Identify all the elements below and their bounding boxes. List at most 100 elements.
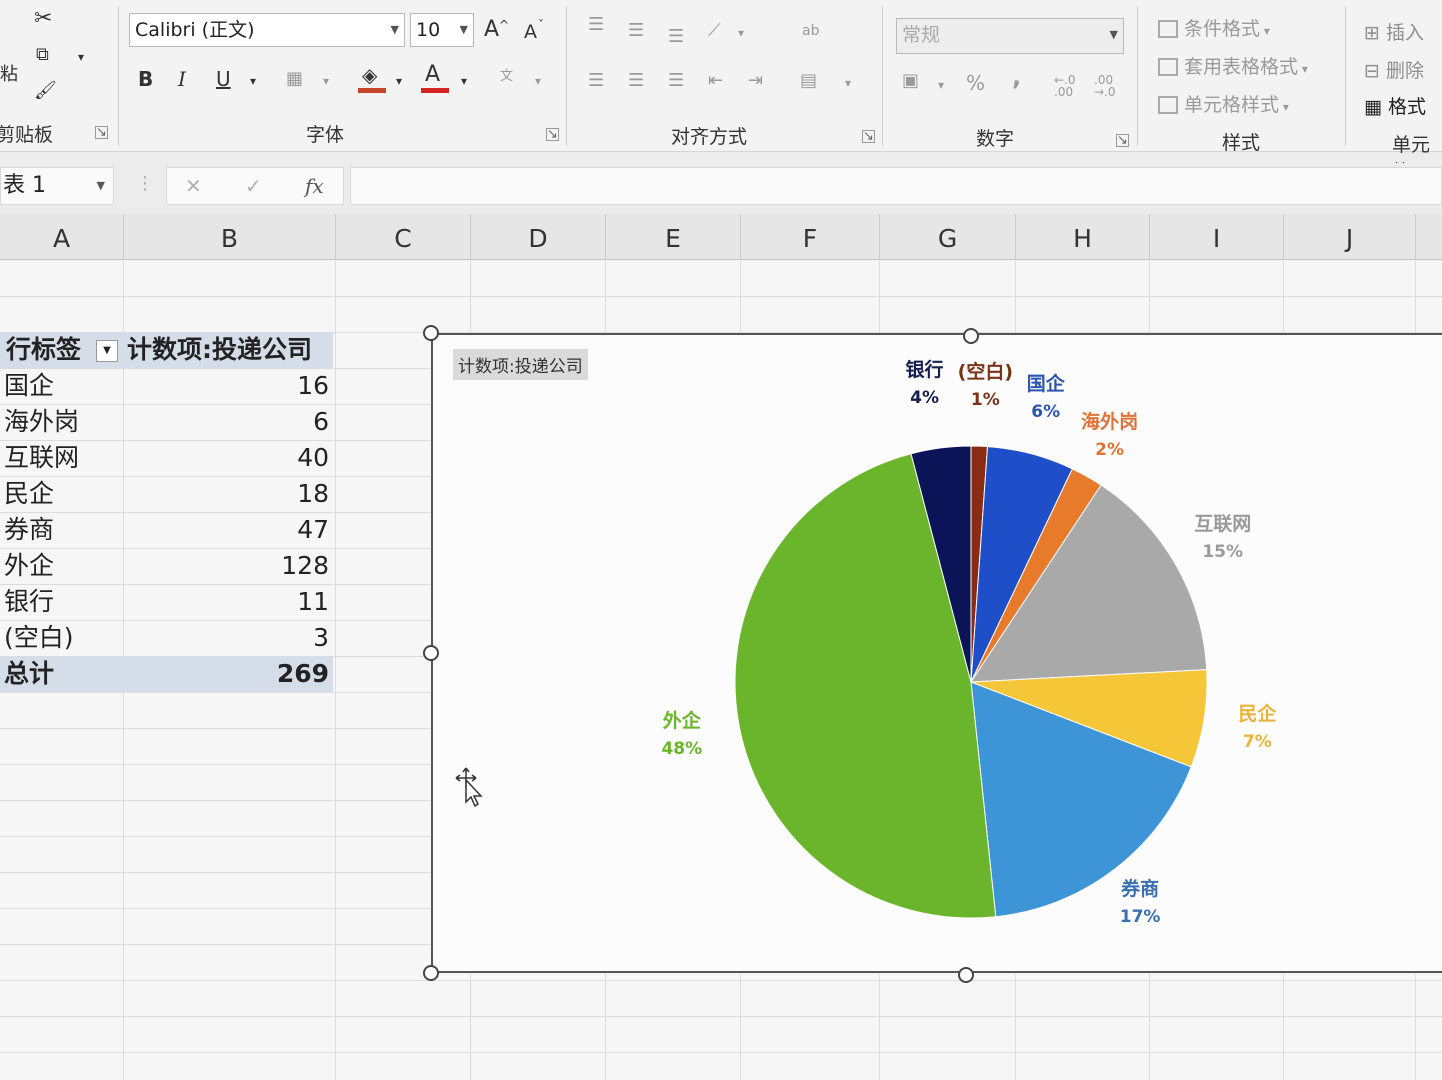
increase-decimal-icon[interactable]: ←.0.00 — [1054, 74, 1076, 98]
delete-label: 删除 — [1385, 60, 1424, 82]
pivot-row[interactable]: 银行 11 — [0, 584, 333, 620]
name-box-value: 表 1 — [3, 173, 46, 198]
fill-color-icon[interactable]: ◈ — [362, 64, 377, 86]
pivot-row[interactable]: 民企 18 — [0, 476, 333, 512]
merge-dropdown-icon[interactable]: ▾ — [845, 72, 851, 94]
pivot-row[interactable]: 互联网 40 — [0, 440, 333, 476]
phonetic-dropdown-icon[interactable]: ▾ — [535, 70, 541, 92]
pie-category-label: 国企 — [1026, 372, 1065, 395]
column-header-f[interactable]: F — [741, 214, 880, 260]
grow-font-button[interactable]: A — [484, 19, 499, 41]
align-bottom-icon[interactable]: ☰ — [668, 26, 684, 48]
pivot-row-label: (空白) — [4, 623, 74, 652]
number-format-select[interactable]: 常规 ▼ — [896, 18, 1124, 54]
column-header-h[interactable]: H — [1016, 214, 1150, 260]
copy-icon[interactable]: ⧉ — [36, 44, 49, 66]
currency-dropdown-icon[interactable]: ▾ — [938, 74, 944, 96]
phonetic-icon[interactable]: 文 — [500, 66, 513, 88]
font-color-icon[interactable]: A — [425, 64, 440, 86]
pivot-row-value: 3 — [313, 623, 329, 652]
column-header-j[interactable]: J — [1284, 214, 1416, 260]
formula-input[interactable] — [350, 167, 1442, 205]
enter-icon[interactable]: ✓ — [245, 174, 262, 198]
percent-button[interactable]: % — [966, 72, 985, 94]
resize-handle[interactable] — [423, 645, 439, 661]
column-header-c[interactable]: C — [336, 214, 471, 260]
pivot-row-value: 6 — [313, 407, 329, 436]
pie-percent-label: 2% — [1095, 440, 1125, 461]
cell-styles-icon — [1158, 96, 1178, 114]
delete-button[interactable]: ⊟ 删除 — [1364, 56, 1424, 83]
font-size-select[interactable]: 10 ▼ — [410, 13, 474, 47]
column-header-a[interactable]: A — [0, 214, 124, 260]
paste-label[interactable]: 粘 — [0, 64, 18, 86]
italic-button[interactable]: I — [178, 68, 186, 90]
pivot-total-row[interactable]: 总计 269 — [0, 656, 333, 692]
increase-indent-icon[interactable]: ⇥ — [748, 70, 763, 92]
copy-dropdown-icon[interactable]: ▾ — [78, 46, 84, 68]
pie-data-label: 银行 4% — [880, 356, 970, 412]
pie-chart[interactable]: 计数项:投递公司 (空白) 1% 国企 6% 海外岗 2% 互联网 15% 民企 7% 券商 17% 外… — [431, 333, 1442, 973]
column-header-b[interactable]: B — [124, 214, 336, 260]
resize-handle[interactable] — [963, 328, 979, 344]
ribbon: ✂ ⧉ ▾ 🖌 粘 剪贴板 ↘ Calibri (正文) ▼ 10 ▼ A ^ … — [0, 0, 1442, 183]
column-header-g[interactable]: G — [880, 214, 1016, 260]
pivot-row[interactable]: 外企 128 — [0, 548, 333, 584]
underline-dropdown-icon[interactable]: ▾ — [250, 70, 256, 92]
insert-icon: ⊞ — [1364, 22, 1386, 44]
currency-icon[interactable]: ▣ — [902, 70, 919, 92]
cell-styles-button[interactable]: 单元格样式 ▾ — [1158, 90, 1289, 117]
pie-category-label: 银行 — [905, 359, 944, 382]
decrease-decimal-icon[interactable]: .00 →.0 — [1094, 74, 1116, 98]
format-button[interactable]: ▦ 格式 — [1364, 92, 1426, 119]
align-middle-icon[interactable]: ☰ — [628, 20, 644, 42]
conditional-formatting-button[interactable]: 条件格式 ▾ — [1158, 14, 1270, 41]
align-right-icon[interactable]: ☰ — [668, 70, 684, 92]
column-header-e[interactable]: E — [606, 214, 741, 260]
align-center-icon[interactable]: ☰ — [628, 70, 644, 92]
insert-button[interactable]: ⊞ 插入 — [1364, 18, 1424, 45]
pivot-row[interactable]: 海外岗 6 — [0, 404, 333, 440]
filter-dropdown-icon[interactable]: ▼ — [96, 340, 118, 362]
alignment-launcher-icon[interactable]: ↘ — [862, 130, 875, 143]
number-launcher-icon[interactable]: ↘ — [1116, 134, 1129, 147]
formula-buttons: ✕ ✓ fx — [166, 167, 344, 205]
pivot-row[interactable]: 券商 47 — [0, 512, 333, 548]
merge-center-icon[interactable]: ▤ — [800, 70, 817, 92]
bold-button[interactable]: B — [138, 68, 153, 90]
resize-handle[interactable] — [423, 965, 439, 981]
insert-function-icon[interactable]: fx — [305, 174, 324, 198]
orientation-icon[interactable]: ⟋ — [708, 20, 721, 42]
borders-icon[interactable]: ▦ — [286, 68, 303, 90]
resize-handle[interactable] — [958, 967, 974, 983]
comma-button[interactable]: , — [1012, 65, 1021, 89]
resize-handle[interactable] — [423, 325, 439, 341]
cut-icon[interactable]: ✂ — [34, 8, 52, 30]
format-painter-icon[interactable]: 🖌 — [34, 80, 57, 102]
pivot-row[interactable]: 国企 16 — [0, 368, 333, 404]
column-header-i[interactable]: I — [1150, 214, 1284, 260]
shrink-font-button[interactable]: A — [524, 21, 537, 43]
pivot-row[interactable]: (空白) 3 — [0, 620, 333, 656]
wrap-text-icon[interactable]: ab — [802, 20, 819, 42]
font-launcher-icon[interactable]: ↘ — [546, 128, 559, 141]
align-top-icon[interactable]: ☰ — [588, 14, 604, 36]
font-name-select[interactable]: Calibri (正文) ▼ — [129, 13, 405, 47]
column-header-d[interactable]: D — [471, 214, 606, 260]
decrease-indent-icon[interactable]: ⇤ — [708, 70, 723, 92]
underline-button[interactable]: U — [216, 68, 231, 90]
name-box[interactable]: 表 1 ▼ — [0, 167, 114, 205]
formula-bar: 表 1 ▼ ⋮ ✕ ✓ fx — [0, 163, 1442, 209]
cancel-icon[interactable]: ✕ — [185, 174, 202, 198]
fill-color-dropdown-icon[interactable]: ▾ — [396, 70, 402, 92]
format-as-table-button[interactable]: 套用表格格式 ▾ — [1158, 52, 1308, 79]
pie-percent-label: 4% — [910, 388, 939, 409]
orientation-dropdown-icon[interactable]: ▾ — [738, 22, 744, 44]
pie-data-label: 海外岗 2% — [1065, 408, 1155, 464]
clipboard-launcher-icon[interactable]: ↘ — [95, 126, 108, 139]
borders-dropdown-icon[interactable]: ▾ — [323, 70, 329, 92]
conditional-formatting-icon — [1158, 20, 1178, 38]
font-color-dropdown-icon[interactable]: ▾ — [461, 70, 467, 92]
align-left-icon[interactable]: ☰ — [588, 70, 604, 92]
separator — [1137, 6, 1138, 146]
